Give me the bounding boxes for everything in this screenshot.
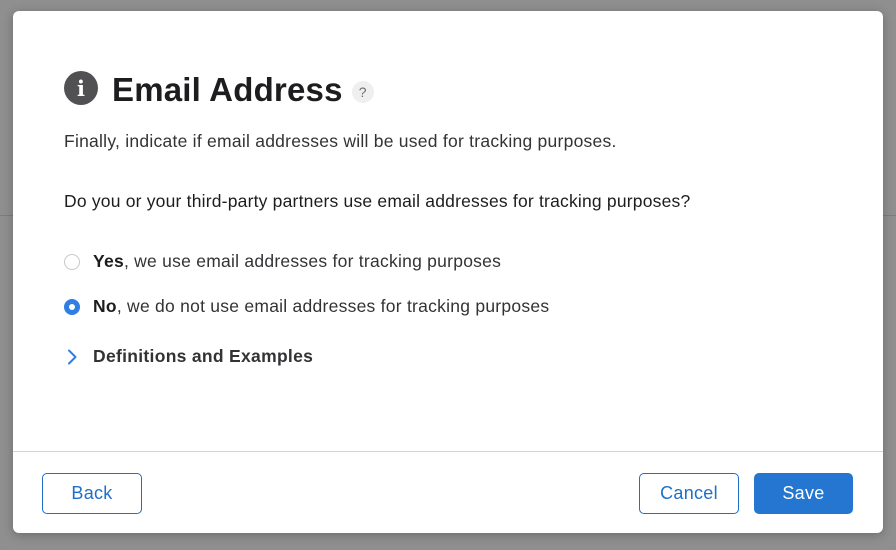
radio-yes[interactable] bbox=[64, 253, 80, 270]
dialog-header: i Email Address ? bbox=[64, 69, 374, 108]
intro-text: Finally, indicate if email addresses wil… bbox=[64, 131, 617, 151]
chevron-right-icon bbox=[64, 347, 80, 367]
cancel-button[interactable]: Cancel bbox=[639, 473, 739, 514]
option-yes-rest: , we use email addresses for tracking pu… bbox=[123, 251, 502, 271]
disclosure-label: Definitions and Examples bbox=[93, 346, 314, 366]
option-yes-bold: Yes bbox=[93, 251, 124, 271]
tracking-question: Do you or your third-party partners use … bbox=[64, 191, 691, 211]
save-button[interactable]: Save bbox=[754, 473, 853, 514]
info-icon: i bbox=[64, 71, 98, 105]
option-no-bold: No bbox=[93, 296, 117, 316]
help-icon[interactable]: ? bbox=[351, 81, 374, 103]
option-no-rest: , we do not use email addresses for trac… bbox=[116, 296, 550, 316]
definitions-disclosure[interactable]: Definitions and Examples bbox=[64, 346, 313, 367]
option-yes-label: Yes, we use email addresses for tracking… bbox=[93, 251, 501, 272]
option-no[interactable]: No, we do not use email addresses for tr… bbox=[64, 296, 549, 317]
option-yes[interactable]: Yes, we use email addresses for tracking… bbox=[64, 251, 501, 272]
option-no-label: No, we do not use email addresses for tr… bbox=[93, 296, 549, 317]
dialog-title: Email Address bbox=[112, 71, 343, 108]
email-address-dialog: i Email Address ? Finally, indicate if e… bbox=[13, 11, 883, 533]
back-button[interactable]: Back bbox=[42, 473, 142, 514]
radio-no[interactable] bbox=[64, 298, 80, 315]
footer-divider bbox=[13, 451, 883, 452]
